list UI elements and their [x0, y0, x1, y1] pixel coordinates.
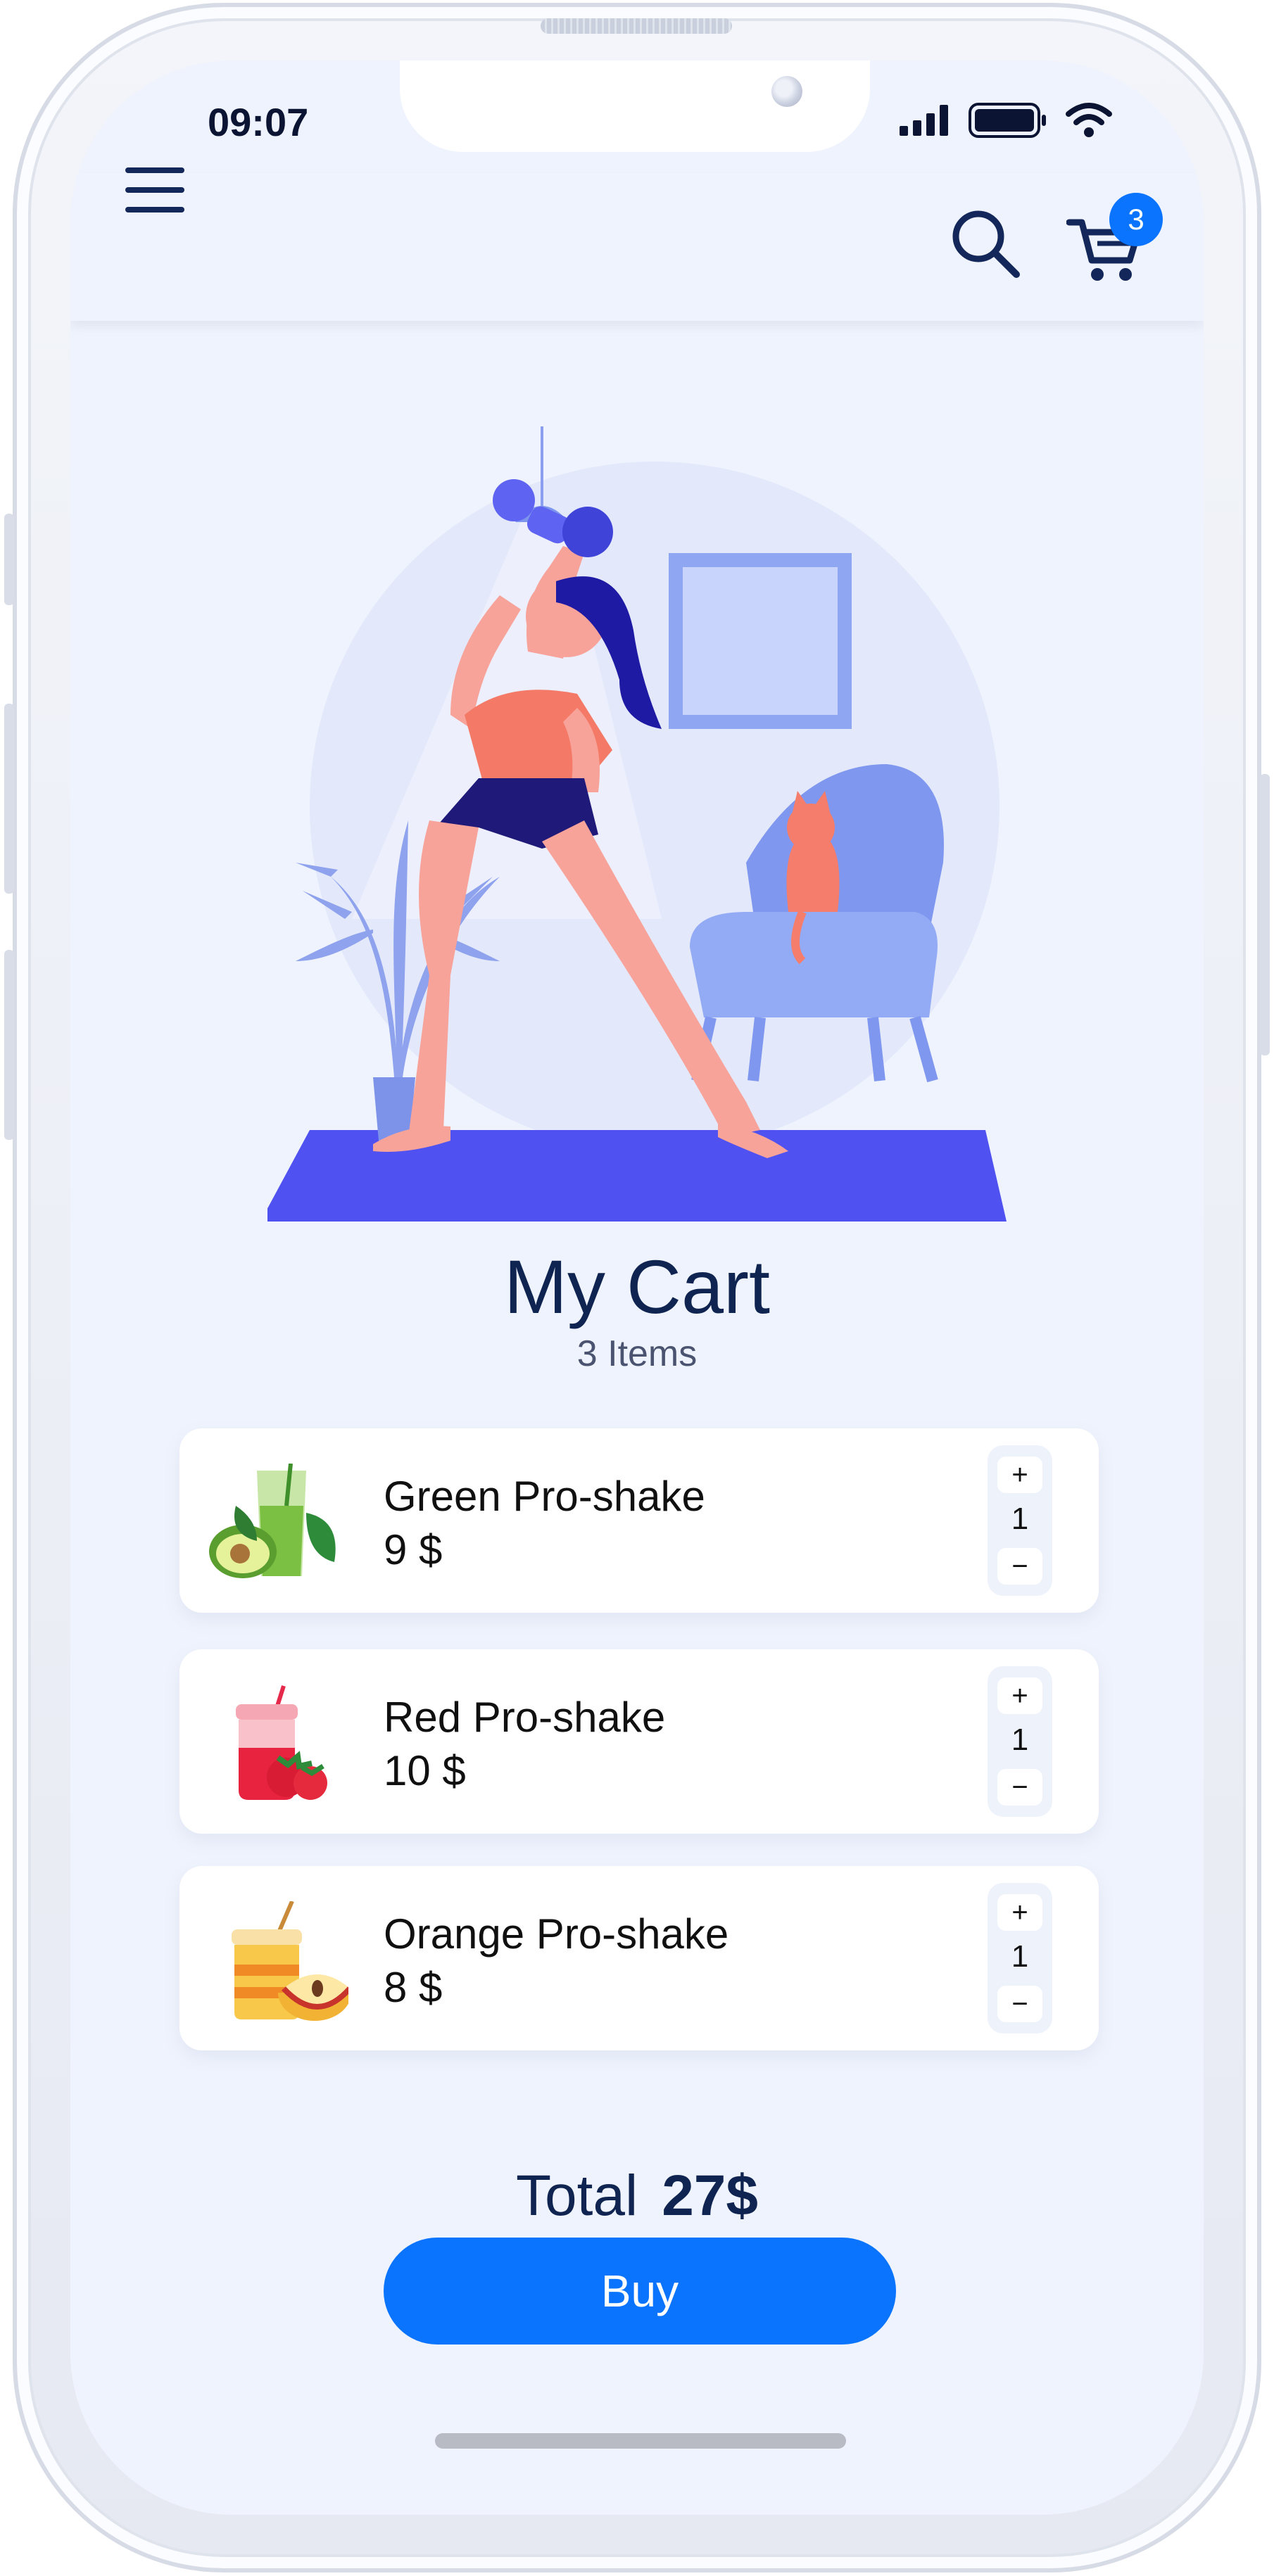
orange-shake-image [232, 1901, 348, 2021]
quantity-value: 1 [1011, 1722, 1029, 1757]
status-icons [900, 103, 1112, 138]
green-shake-image [209, 1464, 336, 1578]
quantity-stepper: + 1 − [988, 1666, 1052, 1817]
total-label: Total [515, 2164, 638, 2228]
phone-speaker-grille [541, 18, 732, 34]
decrease-quantity-button[interactable]: − [997, 1769, 1042, 1806]
hamburger-icon [125, 167, 184, 173]
screen-notch [400, 61, 870, 152]
increase-quantity-button[interactable]: + [997, 1457, 1042, 1493]
item-name: Red Pro-shake [384, 1694, 666, 1741]
quantity-value: 1 [1011, 1502, 1029, 1536]
quantity-stepper: + 1 − [988, 1445, 1052, 1596]
app-screen: 09:07 3 My Cart 3 Items Green Pro-shake … [70, 61, 1204, 2515]
decrease-quantity-button[interactable]: − [997, 1548, 1042, 1585]
phone-volume-down-button [4, 950, 14, 1140]
wifi-icon [1066, 103, 1112, 137]
quantity-stepper: + 1 − [988, 1883, 1052, 2033]
phone-volume-up-button [4, 704, 14, 894]
buy-button[interactable]: Buy [384, 2238, 896, 2345]
item-name: Orange Pro-shake [384, 1910, 729, 1958]
page-title: My Cart [504, 1244, 770, 1329]
phone-power-button [1260, 774, 1270, 1055]
item-price: 10 $ [384, 1747, 466, 1794]
hamburger-icon-line [125, 207, 184, 212]
cart-item: Red Pro-shake 10 $ + 1 − [179, 1649, 1099, 1834]
red-shake-image [236, 1685, 327, 1800]
hero-illustration [267, 426, 1007, 1222]
item-count: 3 Items [576, 1333, 698, 1374]
total-amount: 27$ [662, 2164, 759, 2228]
front-camera [771, 76, 802, 107]
increase-quantity-button[interactable]: + [997, 1894, 1042, 1931]
increase-quantity-button[interactable]: + [997, 1677, 1042, 1714]
decrease-quantity-button[interactable]: − [997, 1986, 1042, 2022]
cart-item: Green Pro-shake 9 $ + 1 − [179, 1428, 1099, 1613]
cart-count-badge: 3 [1109, 193, 1163, 246]
signal-icon [900, 105, 948, 136]
item-price: 9 $ [384, 1526, 443, 1573]
quantity-value: 1 [1011, 1939, 1029, 1974]
item-price: 8 $ [384, 1964, 443, 2011]
battery-icon [969, 103, 1046, 138]
cart-total: Total 27$ [70, 2163, 1204, 2229]
item-name: Green Pro-shake [384, 1473, 705, 1520]
search-icon [952, 210, 1020, 278]
search-button[interactable] [950, 208, 1021, 279]
hamburger-icon-line [125, 187, 184, 193]
status-time: 09:07 [208, 100, 309, 144]
cart-item: Orange Pro-shake 8 $ + 1 − [179, 1866, 1099, 2050]
phone-side-button [4, 514, 14, 605]
home-indicator[interactable] [435, 2433, 846, 2449]
app-header [70, 173, 1204, 321]
menu-button[interactable] [125, 167, 184, 212]
